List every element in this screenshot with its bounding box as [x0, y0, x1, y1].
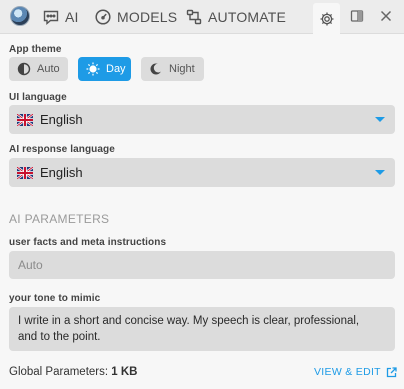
nav-models-label: MODELS	[117, 9, 178, 25]
automation-icon	[186, 9, 202, 25]
nav-ai[interactable]: AI	[42, 8, 79, 26]
theme-night-label: Night	[169, 63, 195, 75]
theme-day-label: Day	[106, 63, 126, 75]
global-parameters-info: Global Parameters: 1 KB	[9, 366, 137, 378]
sidebar-panel-icon	[350, 10, 364, 22]
tone-textarea[interactable]: I write in a short and concise way. My s…	[9, 307, 395, 351]
theme-day-button[interactable]: Day	[78, 57, 131, 81]
ai-response-language-select[interactable]: English	[9, 158, 395, 187]
external-link-icon	[386, 366, 397, 377]
chat-icon	[43, 10, 59, 26]
ui-language-value: English	[40, 112, 83, 127]
facts-label: user facts and meta instructions	[9, 237, 167, 248]
view-edit-link[interactable]: VIEW & EDIT	[314, 366, 397, 378]
nav-automate[interactable]: AUTOMATE	[185, 8, 286, 26]
nav-models[interactable]: MODELS	[94, 8, 177, 26]
facts-input[interactable]: Auto	[9, 251, 395, 279]
global-parameters-size: 1 KB	[111, 366, 138, 378]
nav-automate-label: AUTOMATE	[208, 9, 287, 25]
top-bar: AI MODELS AUTOMATE	[0, 0, 404, 34]
dropdown-caret-icon	[375, 170, 385, 175]
ui-language-select[interactable]: English	[9, 105, 395, 134]
close-button[interactable]	[377, 7, 395, 25]
ai-parameters-title: AI PARAMETERS	[9, 212, 110, 226]
theme-night-button[interactable]: Night	[141, 57, 204, 81]
settings-tab[interactable]	[313, 3, 340, 34]
gear-icon	[320, 12, 333, 25]
global-parameters-label: Global Parameters:	[9, 366, 109, 378]
app-logo-icon[interactable]	[10, 6, 30, 26]
moon-icon	[150, 63, 163, 75]
uk-flag-icon	[17, 166, 33, 179]
ai-response-language-label: AI response language	[9, 144, 115, 155]
gauge-icon	[95, 9, 111, 25]
layout-toggle-button[interactable]	[348, 7, 366, 25]
close-icon	[380, 10, 392, 22]
half-circle-icon	[17, 62, 31, 76]
tone-label: your tone to mimic	[9, 293, 101, 304]
sun-icon	[86, 62, 100, 76]
app-theme-label: App theme	[9, 44, 62, 55]
theme-auto-button[interactable]: Auto	[9, 57, 68, 81]
uk-flag-icon	[17, 113, 33, 126]
nav-ai-label: AI	[65, 9, 79, 25]
theme-auto-label: Auto	[37, 63, 60, 75]
ai-response-language-value: English	[40, 165, 83, 180]
ui-language-label: UI language	[9, 92, 67, 103]
dropdown-caret-icon	[375, 117, 385, 122]
view-edit-label: VIEW & EDIT	[314, 366, 381, 378]
